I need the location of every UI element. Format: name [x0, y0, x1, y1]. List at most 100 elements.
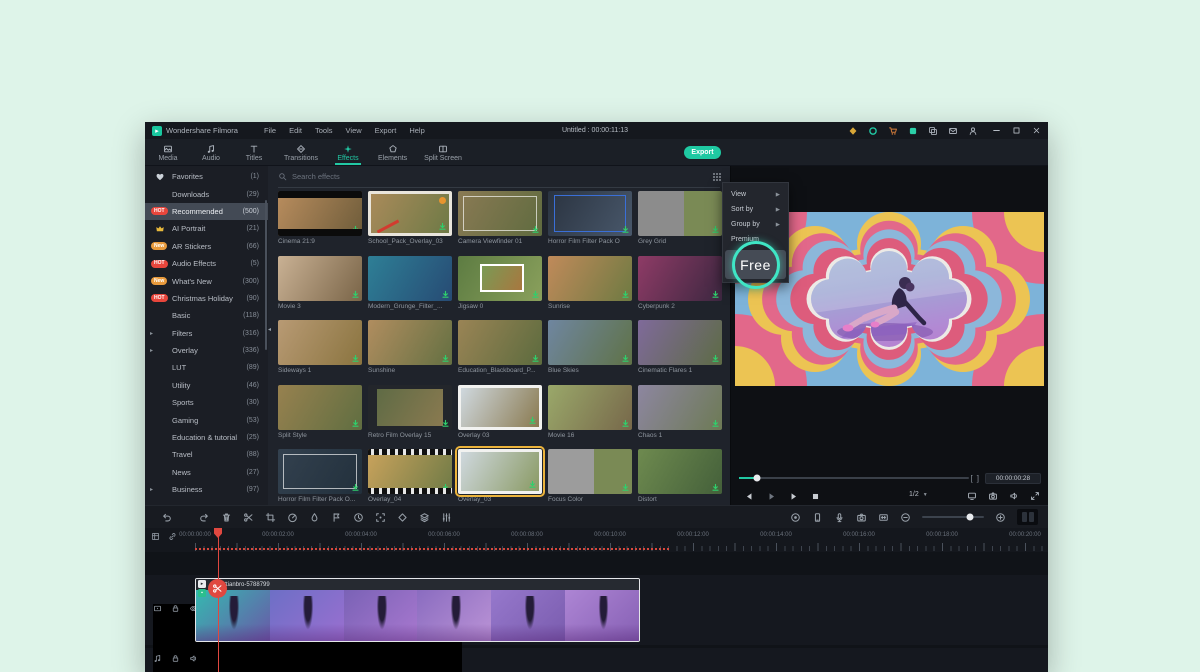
tab-split-screen[interactable]: Split Screen: [424, 144, 462, 165]
cut-at-playhead-button[interactable]: [208, 579, 227, 598]
download-icon[interactable]: [711, 290, 720, 299]
sidebar-item[interactable]: Utility (46): [145, 377, 268, 394]
zoom-fit-icon[interactable]: [878, 512, 889, 523]
delete-icon[interactable]: [221, 512, 232, 523]
crop-icon[interactable]: [265, 512, 276, 523]
download-icon[interactable]: [351, 483, 360, 492]
download-icon[interactable]: [528, 480, 537, 489]
scrubber-track[interactable]: [739, 477, 969, 479]
sidebar-item[interactable]: HOT Audio Effects (5): [145, 255, 268, 272]
preview-scrubber[interactable]: [ ] 00:00:00:28: [739, 472, 1041, 484]
effect-tile[interactable]: Sideways 1: [278, 320, 362, 375]
timeline-clip[interactable]: ▸ ▪ crittianbro-5788799: [195, 578, 640, 642]
sidebar-item[interactable]: ▸ Overlay (336): [145, 342, 268, 359]
effect-tile[interactable]: Cinema 21:9: [278, 191, 362, 246]
messages-icon[interactable]: [948, 126, 958, 136]
download-icon[interactable]: [621, 419, 630, 428]
download-icon[interactable]: [441, 483, 450, 492]
download-icon[interactable]: [351, 225, 360, 234]
cart-icon[interactable]: [888, 126, 898, 136]
redo-icon[interactable]: [199, 512, 210, 523]
sidebar-item[interactable]: Travel (88): [145, 446, 268, 463]
sidebar-item[interactable]: Basic (118): [145, 307, 268, 324]
mute-track-icon[interactable]: [189, 654, 198, 663]
download-icon[interactable]: [351, 419, 360, 428]
effect-tile[interactable]: Jigsaw 0: [458, 256, 542, 311]
sidebar-item[interactable]: New AR Stickers (66): [145, 238, 268, 255]
motion-track-icon[interactable]: [375, 512, 386, 523]
play-button[interactable]: [767, 492, 776, 501]
effect-tile[interactable]: Sunrise: [548, 256, 632, 311]
sidebar-item[interactable]: Favorites (1): [145, 168, 268, 185]
download-icon[interactable]: [531, 290, 540, 299]
snapshot-icon[interactable]: [856, 512, 867, 523]
sidebar-item[interactable]: News (27): [145, 464, 268, 481]
download-icon[interactable]: [441, 419, 450, 428]
menu-item[interactable]: Edit: [289, 126, 302, 135]
download-icon[interactable]: [351, 290, 360, 299]
audio-track-icon[interactable]: [153, 654, 162, 663]
effect-tile[interactable]: Focus Color: [548, 449, 632, 504]
mark-in-button[interactable]: [: [971, 474, 973, 483]
account-icon[interactable]: [968, 126, 978, 136]
menu-item[interactable]: Export: [375, 126, 397, 135]
download-icon[interactable]: [531, 354, 540, 363]
effect-tile[interactable]: Education_Blackboard_P...: [458, 320, 542, 375]
sidebar-item[interactable]: Sports (30): [145, 394, 268, 411]
sidebar-item[interactable]: Downloads (29): [145, 185, 268, 202]
minimize-button[interactable]: [992, 126, 1001, 135]
effect-tile[interactable]: Cinematic Flares 1: [638, 320, 722, 375]
timeline-zoom-slider[interactable]: [922, 516, 984, 518]
effect-tile[interactable]: Grey Grid: [638, 191, 722, 246]
color-correction-icon[interactable]: [309, 512, 320, 523]
mark-out-button[interactable]: ]: [977, 474, 979, 483]
download-icon[interactable]: [621, 225, 630, 234]
mute-icon[interactable]: [1009, 491, 1019, 501]
sidebar-item[interactable]: LUT (89): [145, 359, 268, 376]
menu-item[interactable]: Help: [409, 126, 424, 135]
search-input[interactable]: Search effects: [292, 172, 340, 181]
zoom-out-icon[interactable]: [900, 512, 911, 523]
screen-capture-icon[interactable]: [908, 126, 918, 136]
effect-tile[interactable]: Camera Viewfinder 01: [458, 191, 542, 246]
tab-effects[interactable]: Effects: [335, 144, 361, 165]
download-icon[interactable]: [351, 354, 360, 363]
previous-frame-button[interactable]: [745, 492, 754, 501]
close-button[interactable]: [1032, 126, 1041, 135]
download-icon[interactable]: [711, 225, 720, 234]
sidebar-item[interactable]: HOT Recommended (500): [145, 203, 268, 220]
effect-tile[interactable]: Overlay_04: [368, 449, 452, 504]
expand-arrow-icon[interactable]: ▸: [150, 330, 153, 337]
effect-tile[interactable]: Distort: [638, 449, 722, 504]
voiceover-icon[interactable]: [834, 512, 845, 523]
expand-arrow-icon[interactable]: ▸: [150, 486, 153, 493]
menu-item[interactable]: View: [346, 126, 362, 135]
sidebar-item[interactable]: New What's New (300): [145, 272, 268, 289]
tab-transitions[interactable]: Transitions: [284, 144, 318, 165]
timeline-ruler[interactable]: 00:00:00:0000:00:02:0000:00:04:0000:00:0…: [145, 528, 1048, 552]
menu-option[interactable]: View ▶: [723, 187, 788, 202]
marker-icon[interactable]: [331, 512, 342, 523]
download-icon[interactable]: [531, 225, 540, 234]
render-icon[interactable]: [419, 512, 430, 523]
scrubber-handle[interactable]: [754, 475, 761, 482]
reward-icon[interactable]: [848, 126, 858, 136]
duration-icon[interactable]: [353, 512, 364, 523]
download-icon[interactable]: [711, 483, 720, 492]
collapse-sidebar-icon[interactable]: ◂: [268, 326, 271, 333]
tab-titles[interactable]: Titles: [241, 144, 267, 165]
manage-tracks-icon[interactable]: [151, 532, 160, 541]
next-frame-button[interactable]: [789, 492, 798, 501]
files-icon[interactable]: [928, 126, 938, 136]
sidebar-item[interactable]: ▸ Filters (316): [145, 325, 268, 342]
keyframe-icon[interactable]: [397, 512, 408, 523]
effect-tile[interactable]: Overlay 03: [458, 385, 542, 440]
playhead-line[interactable]: [218, 536, 220, 672]
menu-option[interactable]: Sort by ▶: [723, 202, 788, 217]
tab-audio[interactable]: Audio: [198, 144, 224, 165]
effect-tile[interactable]: Retro Film Overlay 15: [368, 385, 452, 440]
phone-mirror-icon[interactable]: [812, 512, 823, 523]
effect-tile[interactable]: Split Style: [278, 385, 362, 440]
effect-tile[interactable]: Blue Skies: [548, 320, 632, 375]
tab-elements[interactable]: Elements: [378, 144, 407, 165]
